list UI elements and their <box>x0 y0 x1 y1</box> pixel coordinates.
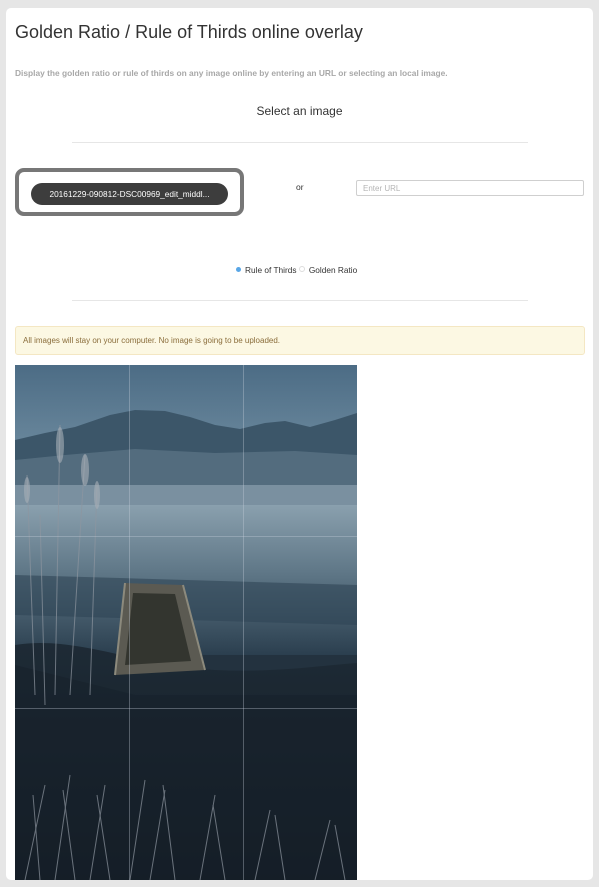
radio-unselected-icon <box>298 266 305 273</box>
thirds-grid-line-horizontal <box>15 536 357 537</box>
select-image-heading: Select an image <box>256 104 343 118</box>
image-preview <box>15 365 357 880</box>
divider <box>72 300 528 301</box>
main-card: Golden Ratio / Rule of Thirds online ove… <box>6 8 593 880</box>
file-select-button[interactable]: 20161229-090812-DSC00969_edit_middl... <box>31 183 228 205</box>
page-subtitle: Display the golden ratio or rule of thir… <box>15 68 448 78</box>
radio-golden-ratio[interactable]: Golden Ratio <box>298 264 358 276</box>
file-picker-highlight: 20161229-090812-DSC00969_edit_middl... <box>15 168 244 216</box>
url-input[interactable] <box>356 180 584 196</box>
thirds-grid-line-vertical <box>243 365 244 880</box>
radio-selected-icon <box>236 266 241 272</box>
privacy-notice: All images will stay on your computer. N… <box>15 326 585 355</box>
thirds-grid-line-vertical <box>129 365 130 880</box>
divider <box>72 142 528 143</box>
overlay-radio-group: Rule of Thirds Golden Ratio <box>236 264 357 275</box>
radio-label: Rule of Thirds <box>245 265 297 276</box>
radio-rule-of-thirds[interactable]: Rule of Thirds <box>236 264 297 275</box>
landscape-image <box>15 365 357 880</box>
or-label: or <box>296 182 304 192</box>
radio-label: Golden Ratio <box>308 265 358 276</box>
thirds-grid-line-horizontal <box>15 708 357 709</box>
page-title: Golden Ratio / Rule of Thirds online ove… <box>15 22 363 42</box>
